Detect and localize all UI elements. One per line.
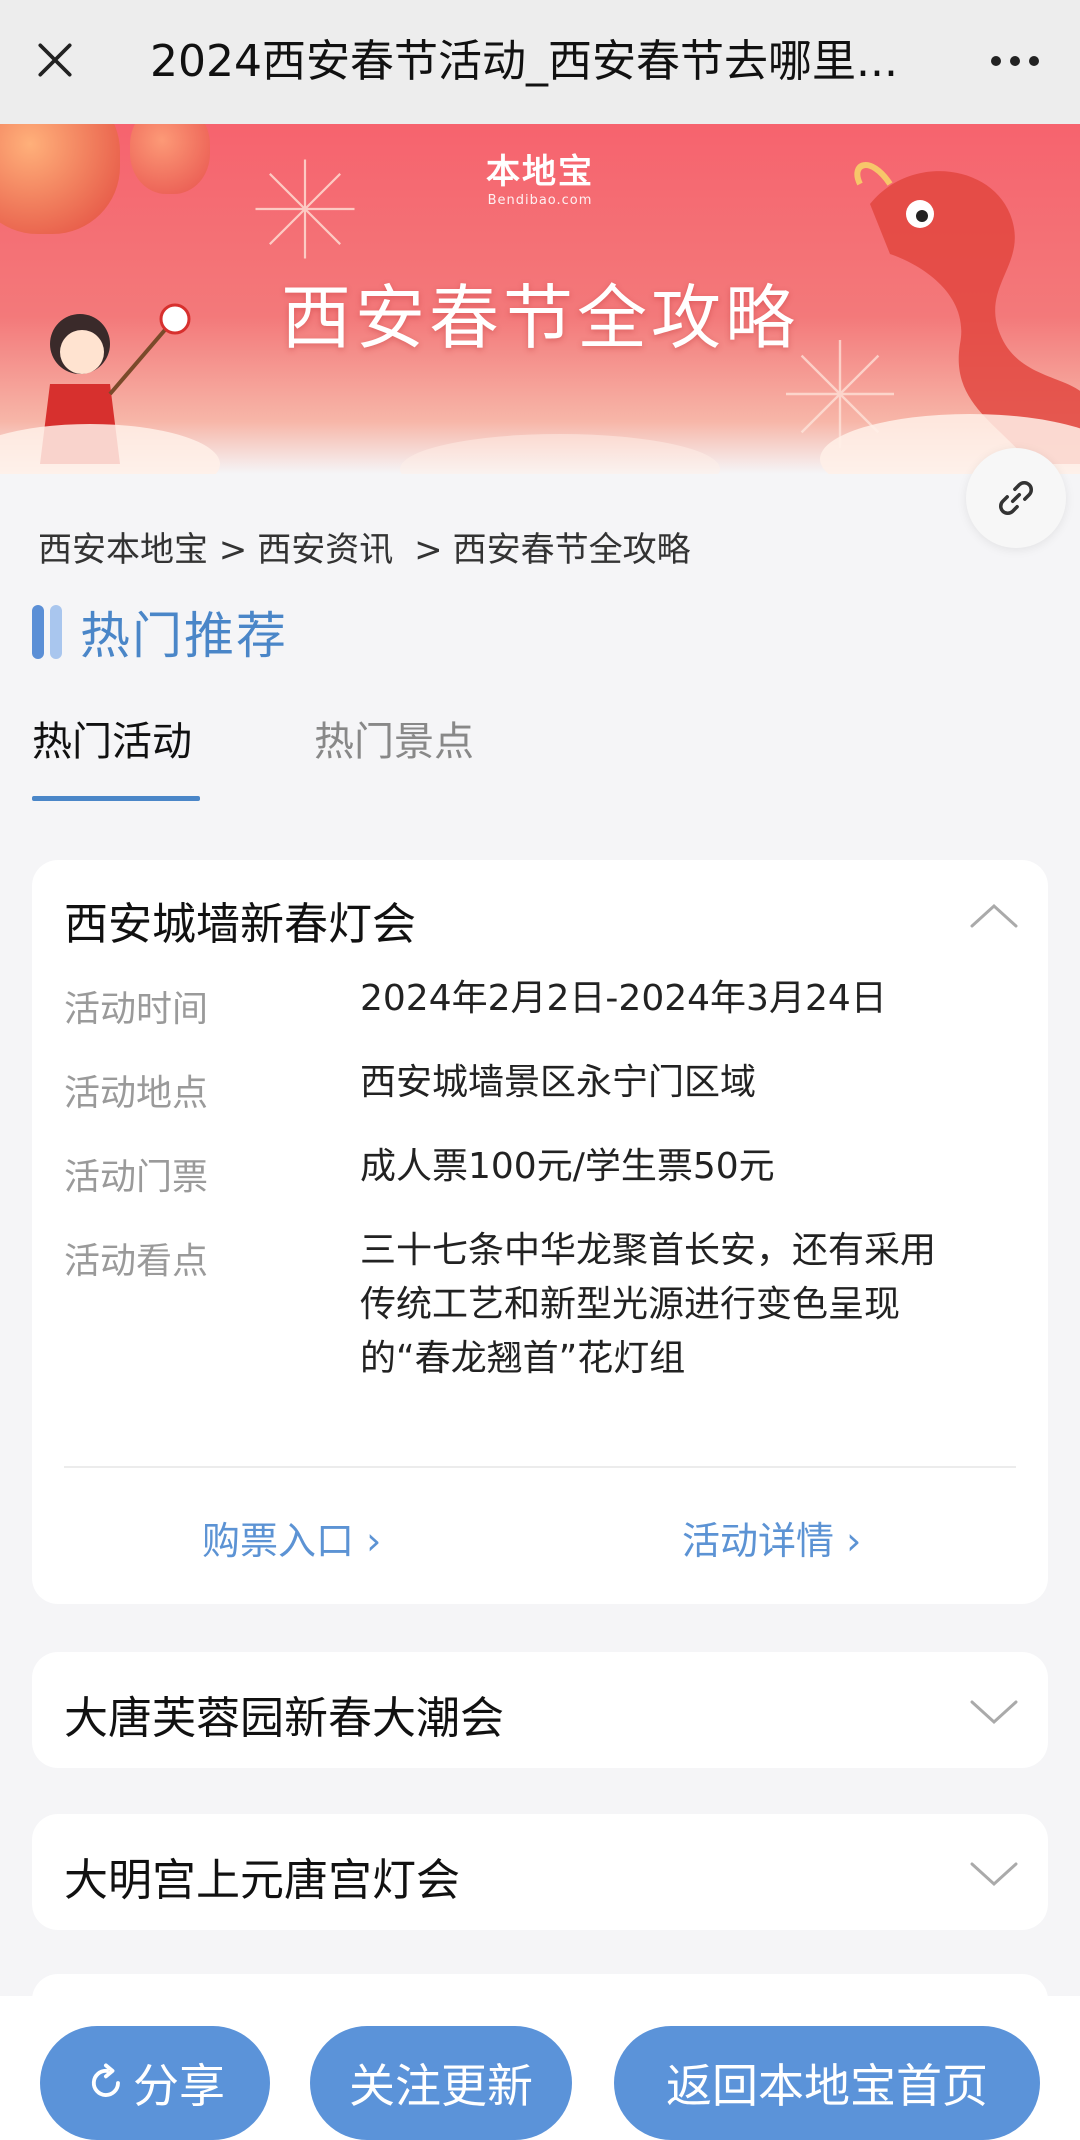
tab-hot-events[interactable]: 热门活动 [32,710,192,806]
detail-value: 西安城墙景区永宁门区域 [360,1062,757,1103]
section-marker-icon [32,605,62,659]
chevron-down-icon[interactable] [968,1696,1020,1726]
detail-label: 活动时间 [64,989,209,1030]
detail-label: 活动看点 [64,1241,209,1282]
detail-value: 成人票100元/学生票50元 [360,1146,775,1187]
share-icon [91,2063,120,2097]
event-card[interactable]: 大唐芙蓉园新春大潮会 [32,1652,1048,1768]
back-to-home-button[interactable]: 返回本地宝首页 [614,2026,1040,2140]
event-card[interactable]: 大明宫上元唐宫灯会 [32,1814,1048,1930]
event-title[interactable]: 大唐芙蓉园新春大潮会 [64,1682,504,1746]
breadcrumb-item-home[interactable]: 西安本地宝 > [38,530,247,570]
tab-hot-attractions[interactable]: 热门景点 [314,710,474,806]
banner-title: 西安春节全攻略 [281,277,799,359]
bendibao-logo: 本地宝 Bendibao.com [0,144,1080,208]
bottom-action-bar: 分享 关注更新 返回本地宝首页 [0,1996,1080,2140]
section-title: 热门推荐 [80,607,288,665]
logo-text: 本地宝 [486,152,594,192]
copy-link-button[interactable] [966,448,1066,548]
breadcrumb-item-news[interactable]: 西安资讯 [257,530,404,570]
detail-value: 2024年2月2日-2024年3月24日 [360,978,887,1019]
close-button[interactable] [28,30,82,90]
more-dots-icon [991,56,1001,66]
tab-bar: 热门活动 热门景点 [32,710,1048,806]
breadcrumb-item-current: 西安春节全攻略 [452,530,691,570]
buy-ticket-link[interactable]: 购票入口 › [202,1510,381,1565]
section-heading: 热门推荐 [32,600,288,665]
card-divider [64,1466,1016,1468]
event-details-link[interactable]: 活动详情 › [682,1510,861,1565]
share-button[interactable]: 分享 [40,2026,270,2140]
close-icon [38,43,72,77]
detail-label: 活动门票 [64,1157,209,1198]
detail-label: 活动地点 [64,1073,209,1114]
event-title[interactable]: 大明宫上元唐宫灯会 [64,1844,460,1908]
chevron-down-icon[interactable] [968,1858,1020,1888]
share-label: 分享 [133,2059,225,2113]
hero-banner: 本地宝 Bendibao.com 西安春节全攻略 [0,124,1080,474]
active-tab-indicator [32,796,200,801]
page-title: 2024西安春节活动_西安春节去哪里... [150,36,898,87]
logo-subtext: Bendibao.com [487,193,593,208]
link-icon [999,481,1033,515]
breadcrumb-separator: > [414,530,443,570]
breadcrumb: 西安本地宝 > 西安资讯 > 西安春节全攻略 [38,522,701,571]
event-card: 西安城墙新春灯会 活动时间 2024年2月2日-2024年3月24日 活动地点 … [32,860,1048,1604]
chevron-up-icon[interactable] [968,900,1020,930]
follow-updates-button[interactable]: 关注更新 [310,2026,572,2140]
more-button[interactable] [980,36,1050,86]
event-title[interactable]: 西安城墙新春灯会 [64,888,416,952]
top-bar: 2024西安春节活动_西安春节去哪里... [0,0,1080,124]
detail-value: 三十七条中华龙聚首长安，还有采用传统工艺和新型光源进行变色呈现的“春龙翘首”花灯… [360,1230,937,1379]
